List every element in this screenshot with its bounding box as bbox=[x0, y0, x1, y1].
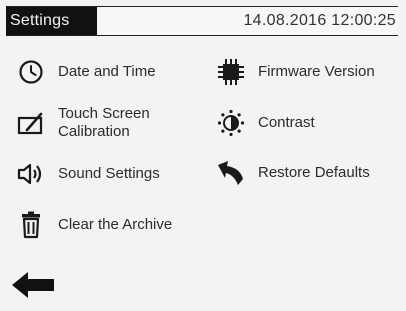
page-title: Settings bbox=[6, 7, 97, 35]
menu-label-restore-defaults: Restore Defaults bbox=[258, 164, 370, 181]
chip-icon bbox=[216, 57, 246, 87]
menu-label-firmware-version: Firmware Version bbox=[258, 63, 375, 80]
menu-label-touch-calibration: Touch Screen Calibration bbox=[58, 105, 150, 141]
datetime-display: 14.08.2016 12:00:25 bbox=[243, 12, 396, 29]
back-arrow-icon bbox=[10, 272, 56, 304]
trash-icon bbox=[16, 210, 46, 240]
menu-label-contrast: Contrast bbox=[258, 114, 315, 131]
touch-calibration-icon bbox=[16, 108, 46, 138]
menu-label-date-time: Date and Time bbox=[58, 63, 156, 80]
menu-label-clear-archive: Clear the Archive bbox=[58, 216, 173, 233]
menu-label-sound-settings: Sound Settings bbox=[58, 165, 160, 182]
settings-screen: Settings 14.08.2016 12:00:25 Date and Ti… bbox=[0, 0, 406, 311]
speaker-icon bbox=[16, 159, 46, 189]
menu-item-firmware-version[interactable]: Firmware Version bbox=[216, 57, 375, 87]
menu-item-contrast[interactable]: Contrast bbox=[216, 108, 315, 138]
menu-item-touch-calibration[interactable]: Touch Screen Calibration bbox=[16, 105, 150, 141]
menu-item-sound-settings[interactable]: Sound Settings bbox=[16, 159, 160, 189]
menu-item-restore-defaults[interactable]: Restore Defaults bbox=[216, 158, 370, 188]
menu-item-clear-archive[interactable]: Clear the Archive bbox=[16, 210, 172, 240]
header-bar: Settings 14.08.2016 12:00:25 bbox=[6, 6, 398, 36]
touch-label-line1: Touch Screen bbox=[58, 105, 150, 122]
restore-arrow-icon bbox=[216, 158, 246, 188]
clock-icon bbox=[16, 57, 46, 87]
sun-contrast-icon bbox=[216, 108, 246, 138]
menu-item-date-time[interactable]: Date and Time bbox=[16, 57, 156, 87]
touch-label-line2: Calibration bbox=[58, 123, 130, 140]
back-button[interactable] bbox=[10, 270, 56, 304]
